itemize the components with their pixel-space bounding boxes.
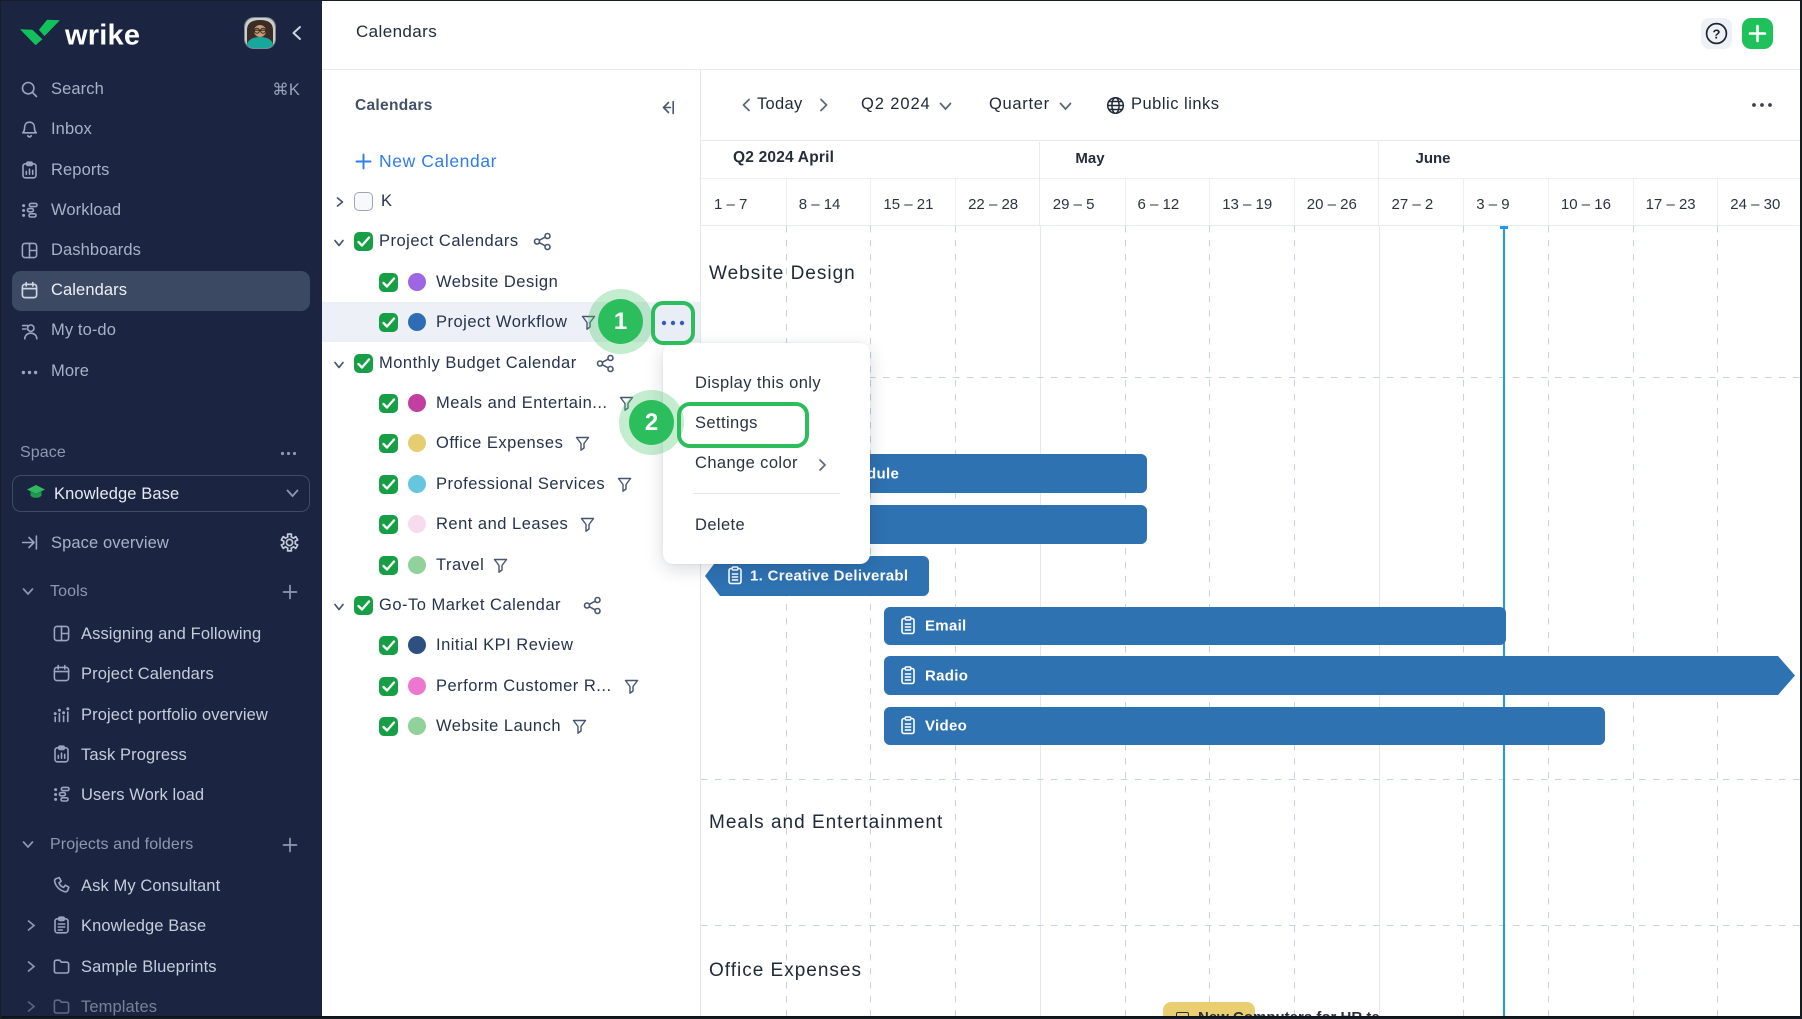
svg-text:?: ? (1713, 27, 1721, 42)
svg-text:wrike: wrike (64, 20, 140, 50)
